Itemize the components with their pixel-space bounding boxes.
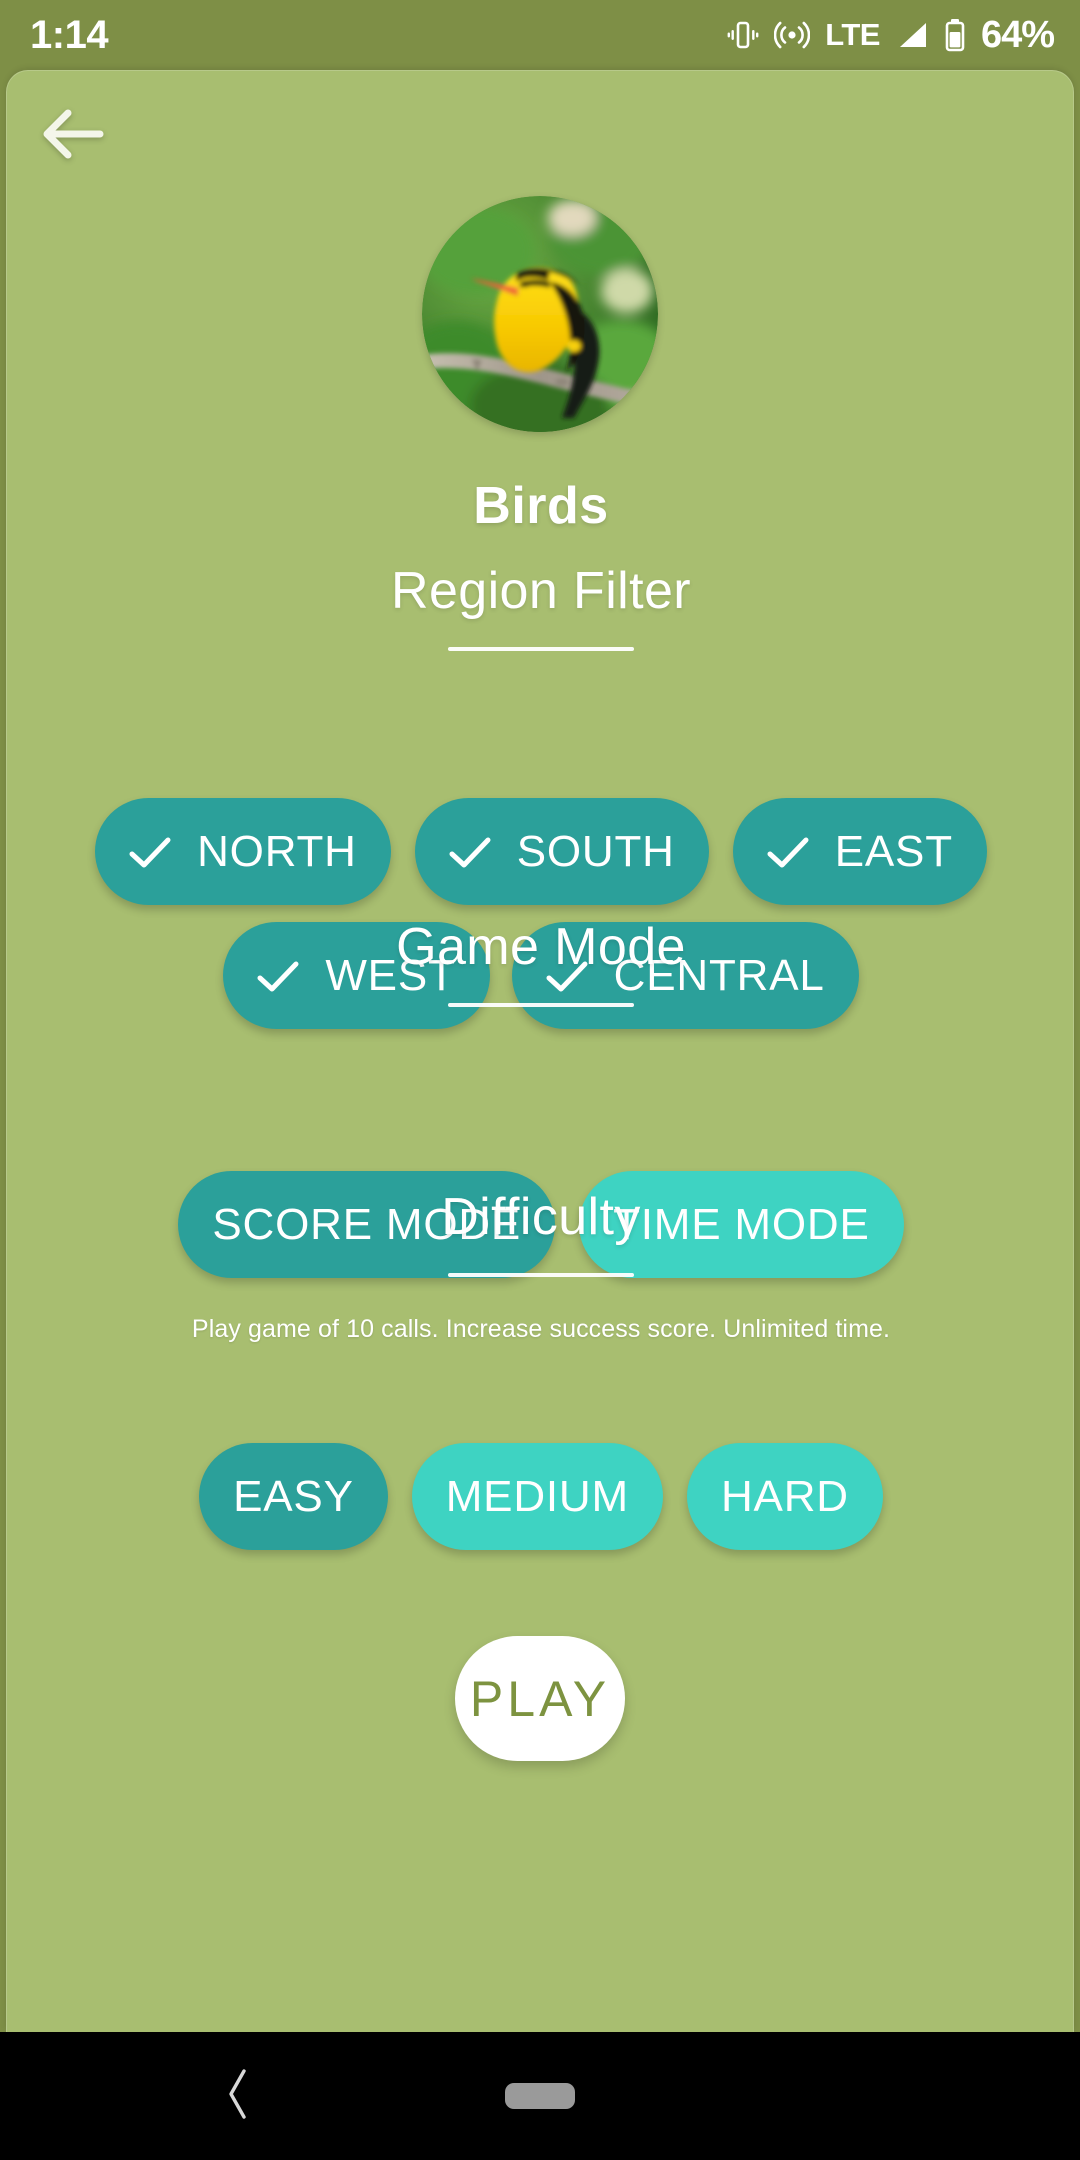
app-screen: 1:14 LTE 64% Birds Region Filter NORTH S… [0,0,1080,2160]
region-chip-north[interactable]: NORTH [95,798,391,905]
hotspot-icon [774,18,811,52]
difficulty-chip-medium-label: MEDIUM [445,1471,629,1521]
section-heading-difficulty-label: Difficulty [441,1188,641,1246]
section-heading-region-label: Region Filter [391,562,691,620]
vibrate-icon [727,18,759,52]
section-divider [448,1273,634,1277]
section-heading-game-mode: Game Mode [7,917,1073,1007]
difficulty-chip-hard[interactable]: HARD [686,1443,883,1550]
back-button[interactable] [31,93,117,179]
section-divider [448,647,634,651]
status-bar-icons: LTE 64% [727,13,1055,57]
nav-back-button[interactable] [205,2063,271,2129]
difficulty-chip-easy[interactable]: EASY [199,1443,388,1550]
section-heading-region: Region Filter [7,561,1073,651]
game-mode-description: Play game of 10 calls. Increase success … [191,1315,891,1343]
play-button[interactable]: PLAY [455,1636,625,1761]
nav-home-pill[interactable] [505,2083,575,2109]
region-chip-north-label: NORTH [197,826,357,876]
check-icon [129,836,171,870]
page-title: Birds [473,477,609,535]
section-heading-game-mode-label: Game Mode [396,918,686,976]
difficulty-chip-hard-label: HARD [720,1471,849,1521]
region-chip-south[interactable]: SOUTH [414,798,709,905]
difficulty-chip-easy-label: EASY [233,1471,354,1521]
play-button-label: PLAY [469,1670,611,1727]
bird-photo-icon [422,196,658,432]
region-chip-east[interactable]: EAST [732,798,987,905]
chevron-left-icon [221,2067,255,2126]
signal-icon [895,19,929,51]
section-divider [448,1003,634,1007]
section-heading-difficulty: Difficulty [7,1187,1073,1277]
battery-percent-label: 64% [980,13,1055,56]
region-chip-east-label: EAST [834,826,953,876]
status-bar-clock: 1:14 [30,12,109,57]
content-card: Birds Region Filter NORTH SOUTH EAST WES… [6,70,1074,2032]
avatar [422,196,658,432]
difficulty-chip-medium[interactable]: MEDIUM [411,1443,663,1550]
difficulty-chip-row: EASY MEDIUM HARD [7,1443,1073,1550]
region-chip-row-1: NORTH SOUTH EAST [7,798,1073,905]
battery-icon [944,18,966,52]
arrow-left-icon [42,108,106,165]
network-type-label: LTE [825,17,880,52]
status-bar: 1:14 LTE 64% [0,0,1080,70]
check-icon [449,836,491,870]
check-icon [767,836,809,870]
system-navigation-bar [0,2032,1080,2160]
region-chip-south-label: SOUTH [516,826,675,876]
